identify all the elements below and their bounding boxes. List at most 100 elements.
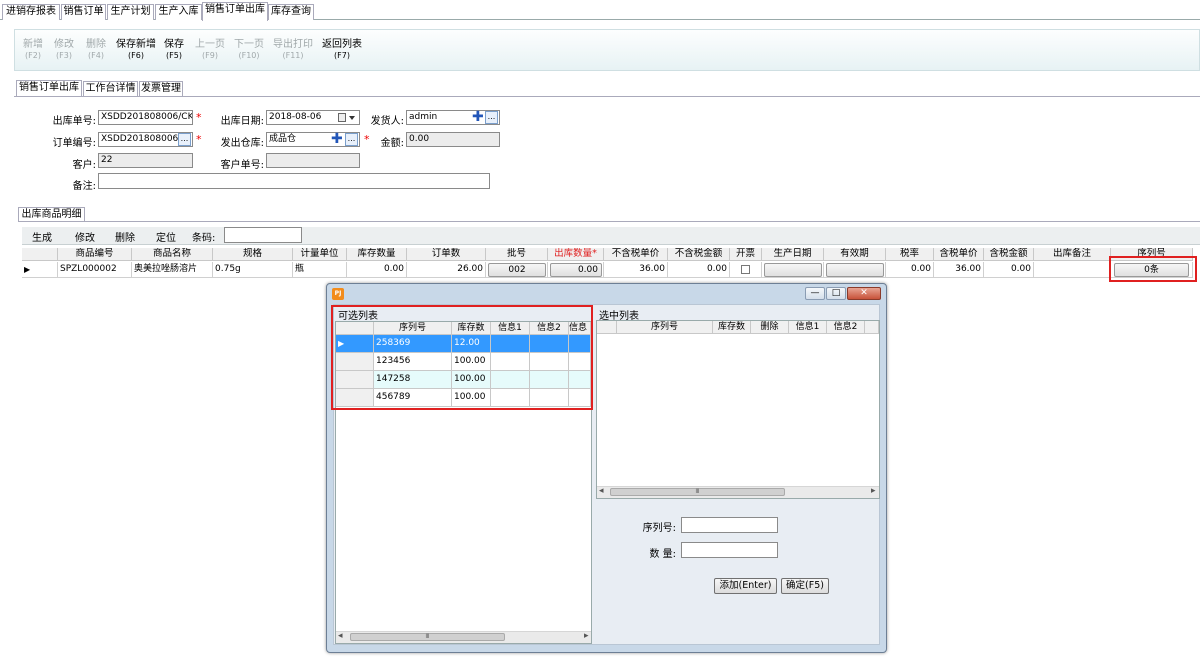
add-icon[interactable]: ✚	[331, 132, 343, 146]
cell-stock: 0.00	[347, 262, 407, 278]
col-header[interactable]: 库存数量	[347, 248, 407, 261]
col-header[interactable]: 商品名称	[132, 248, 213, 261]
detail-tab[interactable]: 出库商品明细	[18, 207, 85, 222]
cell-unit[interactable]: 瓶	[293, 262, 347, 278]
subtab-workbench-detail[interactable]: 工作台详情	[83, 81, 138, 97]
tab-sales-outbound[interactable]: 销售订单出库	[202, 2, 268, 21]
detail-edit-button[interactable]: 修改	[75, 229, 95, 244]
col-header[interactable]: 计量单位	[293, 248, 347, 261]
col-header[interactable]: 信息2	[827, 321, 865, 334]
batch-button[interactable]: 002	[488, 263, 546, 277]
col-header[interactable]: 开票	[730, 248, 762, 261]
scroll-left-icon[interactable]: ◂	[338, 631, 343, 641]
customer-no-field	[266, 153, 360, 168]
tab-inventory-report[interactable]: 进销存报表	[2, 4, 60, 20]
prod-date-button[interactable]	[764, 263, 822, 277]
expiry-button[interactable]	[826, 263, 884, 277]
note-field[interactable]	[98, 173, 490, 189]
subtab-invoice-management[interactable]: 发票管理	[139, 81, 183, 97]
tab-production-inbound[interactable]: 生产入库	[155, 4, 202, 20]
warehouse-browse-button[interactable]: ...	[345, 133, 358, 146]
tab-stock-query[interactable]: 库存查询	[268, 4, 314, 20]
col-header[interactable]: 序列号	[617, 321, 713, 334]
col-header[interactable]: 出库数量*	[548, 248, 604, 261]
locate-button[interactable]: 定位	[156, 229, 176, 244]
out-no-field[interactable]: XSDD201808006/CK004	[98, 110, 193, 125]
add-button[interactable]: 添加(Enter)	[714, 578, 777, 594]
next-page-button[interactable]: 下一页 (F10)	[234, 39, 264, 61]
invoice-checkbox[interactable]	[741, 265, 750, 274]
add-icon[interactable]: ✚	[472, 110, 484, 124]
col-header[interactable]: 出库备注	[1034, 248, 1111, 261]
scroll-thumb[interactable]: Ⅲ	[610, 488, 785, 496]
col-header[interactable]: 税率	[886, 248, 934, 261]
prev-page-button[interactable]: 上一页 (F9)	[195, 39, 225, 61]
calendar-icon[interactable]	[338, 113, 346, 122]
row-selector[interactable]: ▶	[22, 262, 58, 278]
col-header[interactable]: 批号	[486, 248, 548, 261]
col-header[interactable]: 不含税单价	[604, 248, 668, 261]
tab-production-plan[interactable]: 生产计划	[107, 4, 154, 20]
cell-spec[interactable]: 0.75g	[213, 262, 293, 278]
close-button[interactable]: ✕	[847, 287, 881, 300]
cell-order-qty: 26.00	[407, 262, 486, 278]
highlight-box	[331, 305, 593, 410]
barcode-label: 条码:	[192, 233, 216, 244]
col-header[interactable]: 信息1	[789, 321, 827, 334]
required-mark: *	[196, 111, 202, 124]
row-header-corner	[597, 321, 617, 334]
customer-no-label: 客户单号:	[220, 160, 264, 171]
back-to-list-button[interactable]: 返回列表 (F7)	[322, 39, 362, 61]
col-header[interactable]: 含税单价	[934, 248, 984, 261]
scroll-left-icon[interactable]: ◂	[599, 486, 604, 496]
customer-field: 22	[98, 153, 193, 168]
col-header[interactable]: 有效期	[824, 248, 886, 261]
cell-code[interactable]: SPZL000002	[58, 262, 132, 278]
tab-sales-order[interactable]: 销售订单	[61, 4, 106, 20]
required-mark: *	[196, 133, 202, 146]
col-header[interactable]: 订单数	[407, 248, 486, 261]
save-button[interactable]: 保存 (F5)	[163, 39, 185, 61]
cell-amount-in: 0.00	[984, 262, 1034, 278]
col-header[interactable]: 商品编号	[58, 248, 132, 261]
main-toolbar	[14, 29, 1200, 71]
cell-invoice	[730, 262, 762, 278]
col-header[interactable]: 规格	[213, 248, 293, 261]
col-header[interactable]: 不含税金额	[668, 248, 730, 261]
cell-name[interactable]: 奥美拉唑肠溶片	[132, 262, 213, 278]
shipper-label: 发货人:	[370, 116, 404, 127]
qty-input[interactable]	[681, 542, 778, 558]
cell-amount-ex: 0.00	[668, 262, 730, 278]
cell-tax-rate[interactable]: 0.00	[886, 262, 934, 278]
cell-remark[interactable]	[1034, 262, 1111, 278]
col-header[interactable]: 含税金额	[984, 248, 1034, 261]
delete-button[interactable]: 删除 (F4)	[85, 39, 107, 61]
cell-price-ex[interactable]: 36.00	[604, 262, 668, 278]
order-browse-button[interactable]: ...	[178, 133, 191, 146]
scroll-right-icon[interactable]: ▸	[871, 486, 876, 496]
out-qty-button[interactable]: 0.00	[550, 263, 602, 277]
edit-button[interactable]: 修改 (F3)	[53, 39, 75, 61]
scroll-right-icon[interactable]: ▸	[584, 631, 589, 641]
maximize-button[interactable]: □	[826, 287, 846, 300]
serial-input[interactable]	[681, 517, 778, 533]
detail-delete-button[interactable]: 删除	[115, 229, 135, 244]
order-no-label: 订单编号:	[52, 138, 96, 149]
generate-button[interactable]: 生成	[32, 229, 52, 244]
col-header[interactable]: 生产日期	[762, 248, 824, 261]
amount-field: 0.00	[406, 132, 500, 147]
col-header[interactable]: 库存数	[713, 321, 751, 334]
scroll-thumb[interactable]: Ⅲ	[350, 633, 505, 641]
shipper-browse-button[interactable]: ...	[485, 111, 498, 124]
subtab-sales-outbound[interactable]: 销售订单出库	[16, 80, 82, 97]
export-print-button[interactable]: 导出打印 (F11)	[273, 39, 313, 61]
cell-price-in[interactable]: 36.00	[934, 262, 984, 278]
minimize-button[interactable]: —	[805, 287, 825, 300]
confirm-button[interactable]: 确定(F5)	[781, 578, 829, 594]
save-new-button[interactable]: 保存新增 (F6)	[116, 39, 156, 61]
new-button[interactable]: 新增 (F2)	[22, 39, 44, 61]
col-header[interactable]: 删除	[751, 321, 789, 334]
chevron-down-icon[interactable]	[349, 116, 355, 120]
barcode-input[interactable]	[224, 227, 302, 243]
selected-list	[596, 320, 880, 499]
